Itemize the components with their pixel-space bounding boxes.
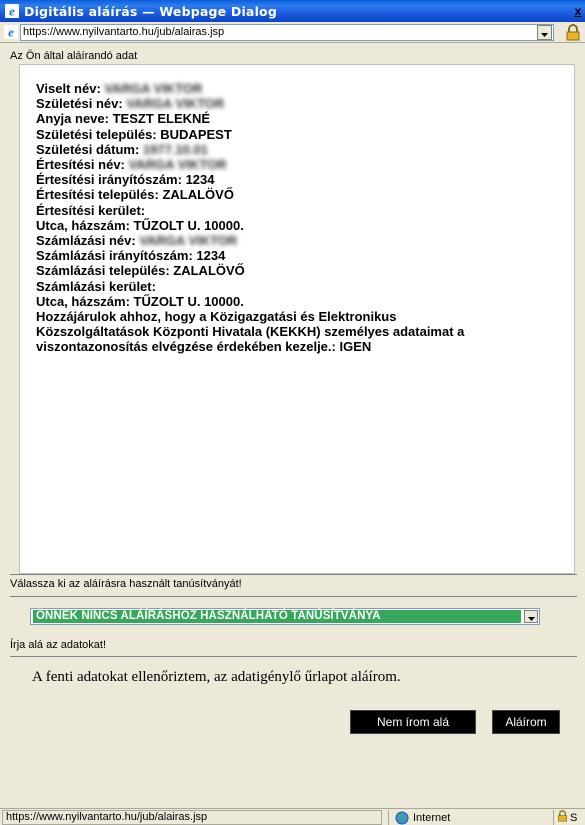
sign-heading: Írja alá az adatokat! — [10, 639, 107, 651]
data-line-label: Értesítési kerület: — [36, 202, 146, 218]
decline-button[interactable]: Nem írom alá — [350, 710, 476, 734]
confirm-text: A fenti adatokat ellenőriztem, az adatig… — [32, 669, 401, 685]
data-line: Értesítési település: ZALALÖVŐ — [36, 187, 574, 202]
chevron-down-icon — [541, 24, 548, 42]
window-title: Digitális aláírás — Webpage Dialog — [24, 3, 277, 19]
svg-text:e: e — [8, 25, 14, 39]
address-bar: e https://www.nyilvantarto.hu/jub/alaira… — [0, 22, 585, 43]
data-line-label: Számlázási település: — [36, 263, 174, 279]
security-zone: Internet — [388, 810, 538, 825]
data-line-label: Születési település: — [36, 126, 161, 142]
globe-icon — [395, 811, 409, 825]
data-line: Értesítési kerület: — [36, 203, 574, 218]
data-line: Születési település: BUDAPEST — [36, 127, 574, 142]
divider — [10, 574, 577, 575]
data-line: Közszolgáltatások Központi Hivatala (KEK… — [36, 324, 574, 339]
redacted-value: VARGA VIKTOR — [139, 233, 238, 249]
divider — [10, 656, 577, 657]
data-line-label: Anyja neve: — [36, 111, 113, 127]
data-line: Utca, házszám: TŰZOLT U. 10000. — [36, 294, 574, 309]
status-bar: https://www.nyilvantarto.hu/jub/alairas.… — [0, 808, 585, 825]
data-line: Hozzájárulok ahhoz, hogy a Közigazgatási… — [36, 309, 574, 324]
data-line: Születési név: VARGA VIKTOR — [36, 96, 574, 111]
data-line-label: viszontazonosítás elvégzése érdekében ke… — [36, 339, 340, 355]
data-line-label: Számlázási név: — [36, 233, 140, 249]
redacted-value: 1977.10.01 — [142, 141, 208, 157]
data-line-value: BUDAPEST — [160, 126, 232, 142]
data-line-label: Utca, házszám: — [36, 293, 134, 309]
internet-explorer-icon: e — [4, 3, 20, 19]
data-line-value: ZALALÖVŐ — [162, 187, 234, 203]
data-line-label: Értesítési település: — [36, 187, 163, 203]
sign-button[interactable]: Aláírom — [492, 710, 560, 734]
divider — [10, 596, 577, 597]
ssl-indicator[interactable]: S — [553, 810, 585, 825]
data-line-label: Utca, házszám: — [36, 217, 134, 233]
data-line: Értesítési név: VARGA VIKTOR — [36, 157, 574, 172]
data-line: Értesítési irányítószám: 1234 — [36, 172, 574, 187]
ssl-label: S — [570, 811, 578, 824]
data-line-label: Születési név: — [36, 96, 127, 112]
data-panel: Viselt név: VARGA VIKTOR Születési név: V… — [19, 64, 575, 574]
status-url: https://www.nyilvantarto.hu/jub/alairas.… — [2, 810, 382, 825]
lock-icon — [557, 810, 568, 825]
data-line: Utca, házszám: TŰZOLT U. 10000. — [36, 218, 574, 233]
certificate-heading: Válassza ki az aláírásra használt tanúsí… — [10, 578, 242, 590]
data-line-label: Viselt név: — [36, 81, 105, 96]
data-line-label: Hozzájárulok ahhoz, hogy a Közigazgatási… — [36, 309, 397, 325]
title-bar[interactable]: e Digitális aláírás — Webpage Dialog x — [0, 0, 585, 22]
data-line-value: TŰZOLT U. 10000. — [133, 217, 244, 233]
data-line-value: 1234 — [196, 248, 226, 264]
data-line-value: IGEN — [339, 339, 372, 355]
certificate-dropdown-button[interactable] — [524, 610, 538, 623]
data-line: Számlázási kerület: — [36, 279, 574, 294]
data-line: Számlázási név: VARGA VIKTOR — [36, 233, 574, 248]
page-icon: e — [3, 24, 19, 40]
url-dropdown-button[interactable] — [537, 25, 552, 40]
redacted-value: VARGA VIKTOR — [126, 96, 225, 112]
data-line-label: Közszolgáltatások Központi Hivatala (KEK… — [36, 324, 465, 340]
url-field[interactable]: https://www.nyilvantarto.hu/jub/alairas.… — [20, 24, 554, 41]
certificate-select[interactable]: ÖNNEK NINCS ALÁÍRÁSHOZ HASZNÁLHATÓ TANÚS… — [30, 608, 540, 625]
data-line-label: Számlázási kerület: — [36, 278, 156, 294]
chevron-down-icon — [527, 608, 535, 626]
data-line-label: Értesítési irányítószám: — [36, 172, 186, 188]
lock-icon[interactable] — [565, 24, 581, 41]
data-line: Anyja neve: TESZT ELEKNÉ — [36, 111, 574, 126]
data-line-label: Születési dátum: — [36, 141, 143, 157]
redacted-value: VARGA VIKTOR — [128, 157, 227, 173]
data-line-value: TŰZOLT U. 10000. — [133, 293, 244, 309]
data-line: Számlázási irányítószám: 1234 — [36, 248, 574, 263]
certificate-selected-value: ÖNNEK NINCS ALÁÍRÁSHOZ HASZNÁLHATÓ TANÚS… — [33, 610, 521, 623]
data-line-label: Értesítési név: — [36, 157, 129, 173]
data-line: viszontazonosítás elvégzése érdekében ke… — [36, 339, 574, 354]
redacted-value: VARGA VIKTOR — [104, 81, 203, 96]
data-line-value: 1234 — [185, 172, 215, 188]
data-line: Számlázási település: ZALALÖVŐ — [36, 263, 574, 278]
data-line-value: ZALALÖVŐ — [173, 263, 245, 279]
zone-label: Internet — [413, 811, 451, 824]
data-line: Születési dátum: 1977.10.01 — [36, 142, 574, 157]
data-section-heading: Az Ön által aláírandó adat — [10, 50, 138, 62]
svg-text:e: e — [9, 4, 15, 18]
data-line: Viselt név: VARGA VIKTOR — [36, 81, 574, 96]
close-button[interactable]: x — [571, 2, 585, 20]
data-line-value: TESZT ELEKNÉ — [112, 111, 211, 127]
data-line-label: Számlázási irányítószám: — [36, 248, 197, 264]
